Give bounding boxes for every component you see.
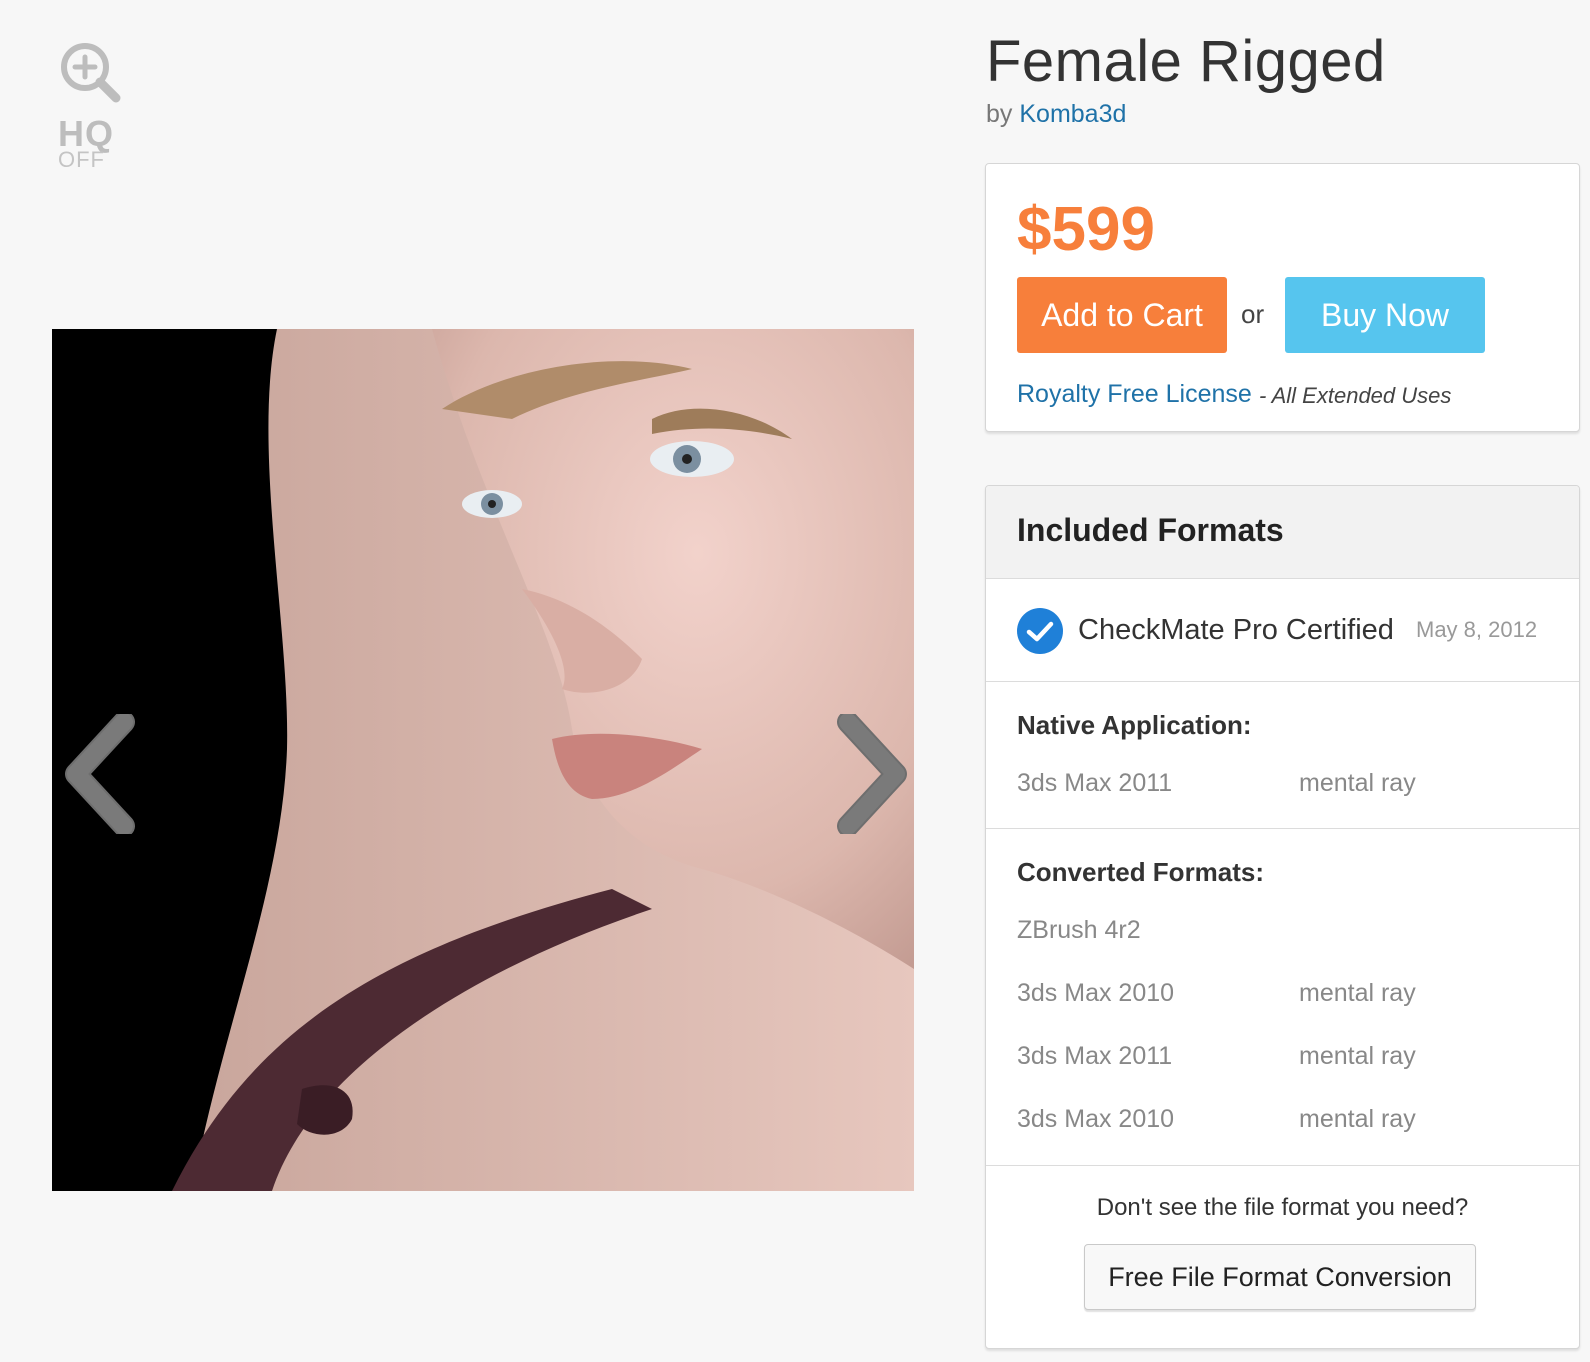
next-image-button[interactable]	[834, 711, 914, 837]
license-note: - All Extended Uses	[1259, 383, 1452, 408]
price: $599	[1017, 195, 1155, 264]
buy-now-button[interactable]: Buy Now	[1285, 277, 1485, 353]
certification-row: CheckMate Pro Certified May 8, 2012	[986, 579, 1579, 682]
format-name: 3ds Max 2011	[1017, 769, 1173, 797]
product-title: Female Rigged	[986, 29, 1386, 94]
byline-prefix: by	[986, 100, 1013, 128]
formats-header: Included Formats	[986, 486, 1579, 579]
free-conversion-button[interactable]: Free File Format Conversion	[1084, 1244, 1476, 1310]
formats-title: Included Formats	[1017, 512, 1284, 548]
included-formats-panel: Included Formats CheckMate Pro Certified…	[985, 485, 1580, 1349]
format-row: 3ds Max 2011 mental ray	[1017, 1042, 1537, 1076]
zoom-in-icon[interactable]	[58, 40, 122, 104]
check-circle-icon	[1016, 607, 1064, 660]
conversion-question: Don't see the file format you need?	[1096, 1194, 1469, 1221]
previous-image-button[interactable]	[58, 711, 138, 837]
certification-date: May 8, 2012	[1416, 617, 1538, 642]
certification-label: CheckMate Pro Certified	[1078, 614, 1394, 646]
chevron-right-icon[interactable]	[834, 711, 914, 838]
or-separator: or	[1241, 299, 1265, 329]
zoom-toggle[interactable]: HQ OFF	[58, 40, 122, 172]
format-row: 3ds Max 2010 mental ray	[1017, 1105, 1537, 1139]
format-row: ZBrush 4r2	[1017, 916, 1537, 950]
format-renderer: mental ray	[1299, 979, 1416, 1007]
chevron-left-icon[interactable]	[58, 711, 138, 838]
format-name: 3ds Max 2011	[1017, 1042, 1173, 1070]
format-row: 3ds Max 2011 mental ray	[1017, 769, 1537, 803]
converted-formats-section: Converted Formats: ZBrush 4r2 3ds Max 20…	[986, 829, 1579, 1166]
hq-label[interactable]: HQ	[58, 116, 122, 152]
author-link[interactable]: Komba3d	[1019, 100, 1126, 128]
format-name: 3ds Max 2010	[1017, 979, 1175, 1007]
format-renderer: mental ray	[1299, 769, 1416, 797]
format-name: 3ds Max 2010	[1017, 1105, 1175, 1133]
purchase-panel: $599 Add to Cart or Buy Now Royalty Free…	[985, 163, 1580, 432]
product-image-viewer[interactable]	[52, 329, 914, 1191]
conversion-area: Don't see the file format you need? Free…	[986, 1166, 1579, 1348]
native-application-section: Native Application: 3ds Max 2011 mental …	[986, 682, 1579, 829]
add-to-cart-button[interactable]: Add to Cart	[1017, 277, 1227, 353]
license-link[interactable]: Royalty Free License	[1017, 380, 1252, 409]
format-name: ZBrush 4r2	[1017, 916, 1141, 944]
format-renderer: mental ray	[1299, 1042, 1416, 1070]
product-render-image	[52, 329, 914, 1191]
byline: by Komba3d	[986, 100, 1126, 129]
format-row: 3ds Max 2010 mental ray	[1017, 979, 1537, 1013]
converted-formats-title: Converted Formats:	[1017, 857, 1265, 887]
native-application-title: Native Application:	[1017, 710, 1252, 740]
format-renderer: mental ray	[1299, 1105, 1416, 1133]
